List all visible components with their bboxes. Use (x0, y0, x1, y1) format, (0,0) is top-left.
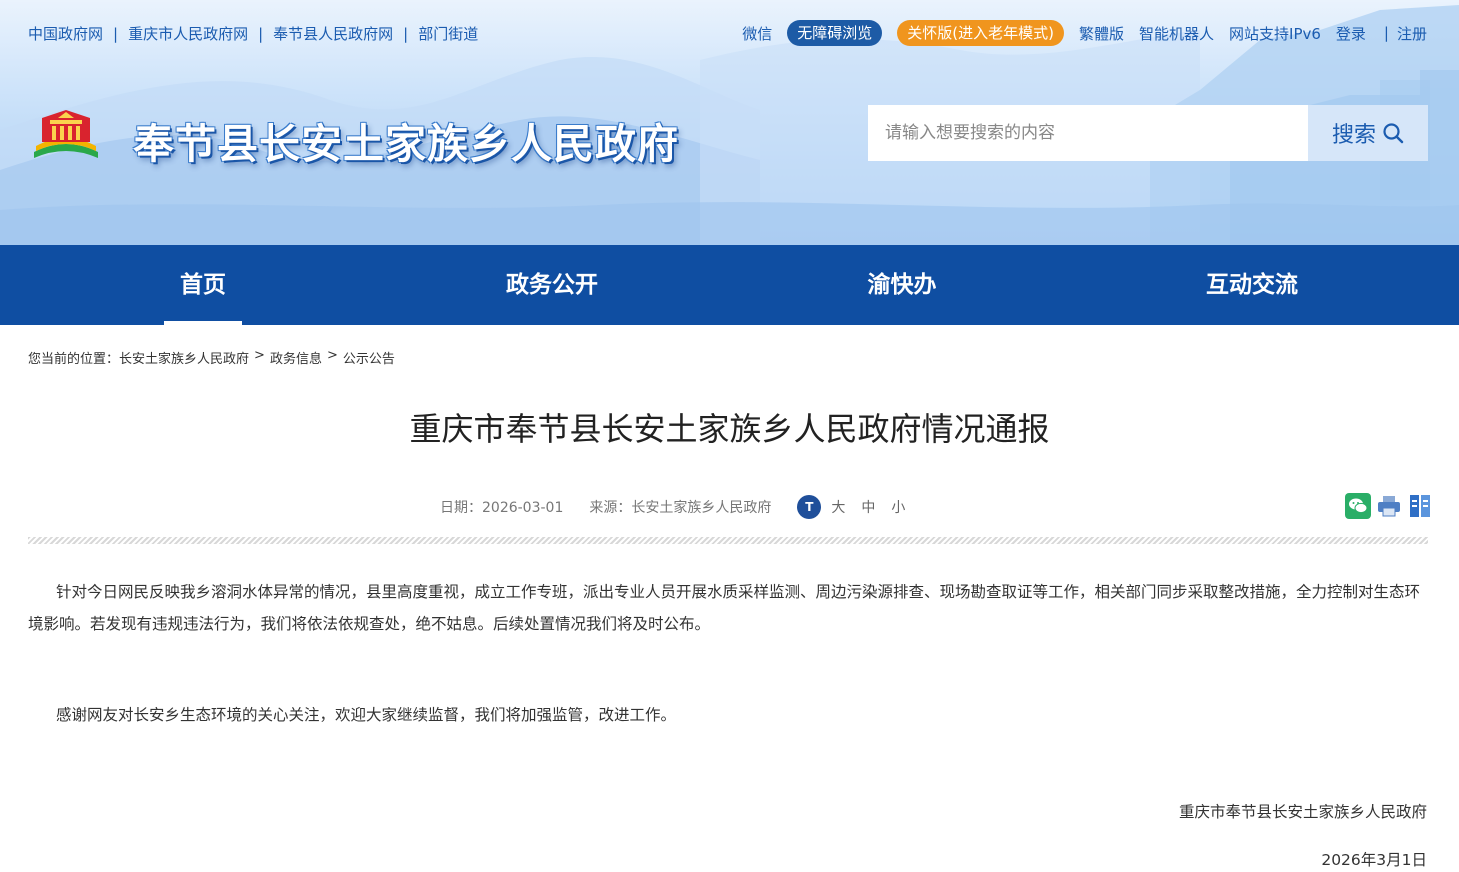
print-icon[interactable] (1376, 493, 1402, 519)
collect-icon[interactable] (1407, 493, 1433, 519)
search-icon (1383, 123, 1404, 144)
elder-mode-button[interactable]: 关怀版(进入老年模式) (897, 20, 1064, 46)
article-source: 来源：长安土家族乡人民政府 (589, 500, 772, 516)
site-title: 奉节县长安土家族乡人民政府 (133, 120, 679, 168)
tab-home[interactable]: 首页 (164, 245, 242, 325)
article-signature: 重庆市奉节县长安土家族乡人民政府 (1178, 803, 1427, 821)
main-nav: 首页 政务公开 渝快办 互动交流 (0, 245, 1459, 325)
breadcrumb-separator: > (326, 348, 338, 363)
article-paragraph: 针对今日网民反映我乡溶洞水体异常的情况，县里高度重视，成立工作专班，派出专业人员… (28, 583, 1421, 633)
search-button-label: 搜索 (1331, 123, 1376, 148)
register-link[interactable]: 注册 (1397, 23, 1427, 44)
accessible-browse-button[interactable]: 无障碍浏览 (787, 20, 883, 46)
top-links: 中国政府网 | 重庆市人民政府网 | 奉节县人民政府网 | 部门街道 (28, 23, 478, 44)
article-meta: 日期：2026-03-01 来源：长安土家族乡人民政府 T 大 中 小 (440, 495, 921, 519)
font-size-small[interactable]: 小 (891, 497, 905, 517)
breadcrumb-prefix: 您当前的位置： (28, 352, 120, 367)
article-sign-date: 2026年3月1日 (1321, 851, 1427, 869)
robot-link[interactable]: 智能机器人 (1139, 23, 1214, 44)
top-bar: 中国政府网 | 重庆市人民政府网 | 奉节县人民政府网 | 部门街道 微信 无障… (0, 0, 1459, 66)
article-date: 日期：2026-03-01 (440, 500, 564, 516)
link-gov-cn[interactable]: 中国政府网 (28, 23, 103, 44)
article-paragraph: 感谢网友对长安乡生态环境的关心关注，欢迎大家继续监督，我们将加强监管，改进工作。 (56, 706, 677, 724)
traditional-chinese-link[interactable]: 繁體版 (1079, 23, 1124, 44)
search-button[interactable]: 搜索 (1308, 105, 1428, 161)
wechat-share-icon[interactable] (1345, 493, 1371, 519)
separator: | (113, 24, 119, 43)
wechat-link[interactable]: 微信 (742, 23, 772, 44)
header-banner: 中国政府网 | 重庆市人民政府网 | 奉节县人民政府网 | 部门街道 微信 无障… (0, 0, 1459, 245)
link-departments[interactable]: 部门街道 (418, 23, 478, 44)
share-tools (1340, 493, 1433, 519)
search-input[interactable] (868, 105, 1308, 161)
emblem-logo-icon (34, 110, 98, 158)
separator: | (258, 24, 264, 43)
tab-interaction[interactable]: 互动交流 (1192, 245, 1312, 325)
breadcrumb: 您当前的位置： 长安土家族乡人民政府 > 政务信息 > 公示公告 (28, 348, 395, 367)
tab-yukuaiban[interactable]: 渝快办 (852, 245, 952, 325)
breadcrumb-item-notice[interactable]: 公示公告 (343, 348, 395, 367)
link-fengjie-gov[interactable]: 奉节县人民政府网 (273, 23, 393, 44)
top-right-links: 微信 无障碍浏览 关怀版(进入老年模式) 繁體版 智能机器人 网站支持IPv6 … (727, 20, 1427, 46)
tab-gov-affairs[interactable]: 政务公开 (492, 245, 612, 325)
link-chongqing-gov[interactable]: 重庆市人民政府网 (128, 23, 248, 44)
font-size-icon: T (797, 495, 822, 519)
login-link[interactable]: 登录 (1336, 23, 1366, 44)
separator: | (1383, 24, 1389, 42)
search-box: 搜索 (868, 105, 1428, 161)
font-size-medium[interactable]: 中 (861, 497, 875, 517)
breadcrumb-item-gov-info[interactable]: 政务信息 (270, 348, 322, 367)
breadcrumb-item-home[interactable]: 长安土家族乡人民政府 (119, 348, 249, 367)
article-title: 重庆市奉节县长安土家族乡人民政府情况通报 (409, 410, 1050, 448)
hatched-divider (28, 537, 1428, 544)
breadcrumb-separator: > (254, 348, 265, 363)
separator: | (403, 24, 409, 43)
ipv6-link[interactable]: 网站支持IPv6 (1229, 23, 1321, 44)
font-size-large[interactable]: 大 (831, 497, 845, 517)
